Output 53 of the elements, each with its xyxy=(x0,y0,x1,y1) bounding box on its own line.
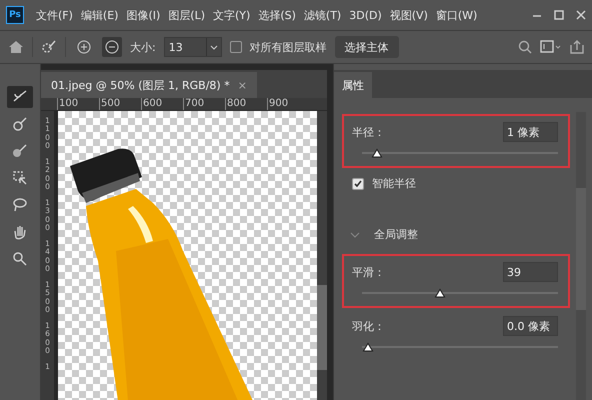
ruler-label: 100 xyxy=(57,98,99,110)
maximize-icon[interactable] xyxy=(554,10,564,20)
close-icon[interactable]: × xyxy=(238,78,247,92)
section-title: 全局调整 xyxy=(374,227,418,242)
value-field[interactable]: 0.0 像素 xyxy=(503,316,558,336)
select-subject-button[interactable]: 选择主体 xyxy=(334,36,399,58)
size-label: 大小: xyxy=(130,40,156,54)
ruler-label: 900 xyxy=(267,98,309,110)
slider-thumb[interactable] xyxy=(434,288,446,298)
slider-thumb[interactable] xyxy=(371,148,384,158)
checkbox-label: 对所有图层取样 xyxy=(250,40,327,54)
search-icon[interactable] xyxy=(518,40,532,54)
menu-item[interactable]: 文字(Y) xyxy=(209,8,254,22)
home-icon[interactable] xyxy=(8,40,24,54)
scrollbar-thumb[interactable] xyxy=(317,285,327,370)
checkbox-label: 智能半径 xyxy=(372,176,416,191)
menu-item[interactable]: 3D(D) xyxy=(345,8,386,22)
ruler-label: 600 xyxy=(141,98,183,110)
brush-icon xyxy=(12,143,28,159)
value-field[interactable]: 1 像素 xyxy=(503,122,558,142)
document-tab[interactable]: 01.jpeg @ 50% (图层 1, RGB/8) * × xyxy=(41,72,257,98)
menu-item[interactable]: 滤镜(T) xyxy=(300,8,346,22)
slider-label: 平滑： xyxy=(352,264,385,280)
share-icon[interactable] xyxy=(570,40,584,54)
slider-thumb[interactable] xyxy=(362,342,374,352)
checkbox[interactable] xyxy=(352,178,364,190)
properties-tab[interactable]: 属性 xyxy=(334,72,372,98)
subtract-from-selection-button[interactable] xyxy=(102,37,122,57)
workspace-icon[interactable] xyxy=(540,40,562,54)
menu-item[interactable]: 图像(I) xyxy=(122,8,164,22)
menu-item[interactable]: 选择(S) xyxy=(254,8,300,22)
menu-item[interactable]: 窗口(W) xyxy=(432,8,482,22)
value-field[interactable]: 39 xyxy=(503,262,558,282)
menu-item[interactable]: 编辑(E) xyxy=(76,8,122,22)
ruler-label: 500 xyxy=(99,98,141,110)
selection-arrow-icon xyxy=(12,170,28,186)
ruler-label: 700 xyxy=(183,98,225,110)
slider-label: 羽化： xyxy=(352,318,385,334)
tool-button[interactable] xyxy=(7,86,33,108)
size-field[interactable]: 13 xyxy=(164,37,222,57)
hand-icon xyxy=(12,224,28,240)
app-logo[interactable]: Ps xyxy=(6,6,24,24)
checkbox[interactable] xyxy=(230,41,242,53)
ruler-label: 800 xyxy=(225,98,267,110)
slider-label: 半径： xyxy=(352,124,385,140)
menu-item[interactable]: 图层(L) xyxy=(164,8,210,22)
lasso-icon xyxy=(12,197,28,213)
brush-preset-icon[interactable] xyxy=(41,39,57,55)
menu-item[interactable]: 文件(F) xyxy=(32,8,77,22)
menu-item[interactable]: 视图(V) xyxy=(386,8,432,22)
zoom-icon xyxy=(12,251,28,267)
close-icon[interactable] xyxy=(576,10,586,20)
brush-icon xyxy=(12,116,28,132)
